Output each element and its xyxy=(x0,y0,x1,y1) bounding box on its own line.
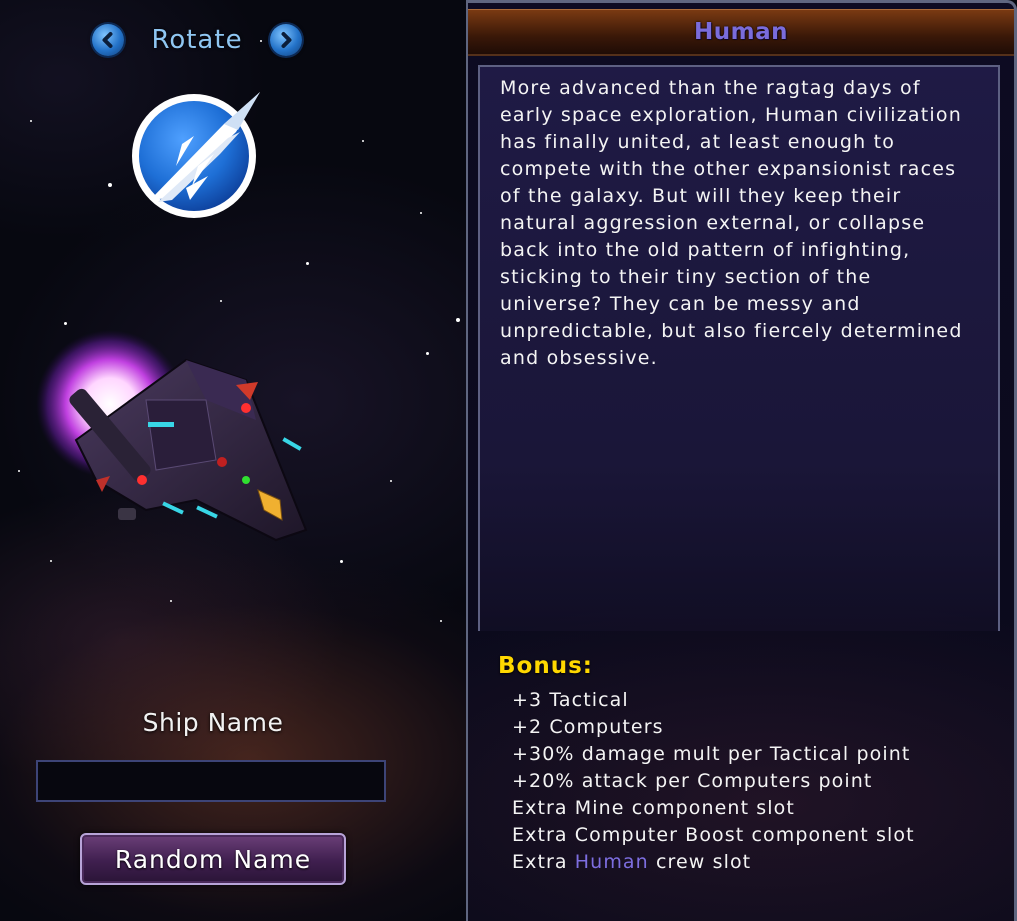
bonus-item-crew-slot: Extra Human crew slot xyxy=(512,849,915,876)
star xyxy=(30,120,32,122)
bonus-item: +3 Tactical xyxy=(512,689,629,711)
star xyxy=(426,352,429,355)
ship-name-input[interactable] xyxy=(36,760,386,802)
star xyxy=(18,470,20,472)
star xyxy=(420,212,422,214)
star xyxy=(456,318,460,322)
star xyxy=(64,322,67,325)
star xyxy=(306,262,309,265)
rotate-right-button[interactable] xyxy=(270,24,302,56)
bonus-item: +20% attack per Computers point xyxy=(512,770,873,792)
chevron-right-icon xyxy=(281,32,292,48)
bonus-item: +2 Computers xyxy=(512,716,664,738)
star xyxy=(108,183,112,187)
star xyxy=(50,560,52,562)
ship-preview-pane: Rotate Ship Name Random Name xyxy=(0,0,466,921)
star xyxy=(340,560,343,563)
chevron-left-icon xyxy=(102,32,113,48)
rotate-control: Rotate xyxy=(92,22,302,58)
race-description: More advanced than the ragtag days of ea… xyxy=(500,77,963,369)
star xyxy=(220,300,222,302)
star xyxy=(170,600,172,602)
crew-slot-suffix: crew slot xyxy=(648,851,752,873)
rotate-label: Rotate xyxy=(151,25,243,55)
race-title: Human xyxy=(694,19,788,45)
race-info-panel: Human More advanced than the ragtag days… xyxy=(466,0,1017,921)
human-race-emblem-icon xyxy=(132,92,260,218)
race-description-box: More advanced than the ragtag days of ea… xyxy=(478,65,1000,631)
star xyxy=(390,480,392,482)
star xyxy=(440,620,442,622)
ship-name-label: Ship Name xyxy=(142,708,284,737)
ship-model-image xyxy=(36,330,308,542)
race-header: Human xyxy=(468,9,1014,56)
bonus-heading: Bonus: xyxy=(498,653,593,679)
rotate-left-button[interactable] xyxy=(92,24,124,56)
star xyxy=(362,140,364,142)
bonus-item: Extra Computer Boost component slot xyxy=(512,824,915,846)
random-name-button[interactable]: Random Name xyxy=(80,833,346,885)
bonus-list: +3 Tactical +2 Computers +30% damage mul… xyxy=(512,687,915,876)
bonus-item: +30% damage mult per Tactical point xyxy=(512,743,911,765)
bonus-item: Extra Mine component slot xyxy=(512,797,795,819)
crew-slot-race: Human xyxy=(574,851,649,873)
crew-slot-prefix: Extra xyxy=(512,851,575,873)
